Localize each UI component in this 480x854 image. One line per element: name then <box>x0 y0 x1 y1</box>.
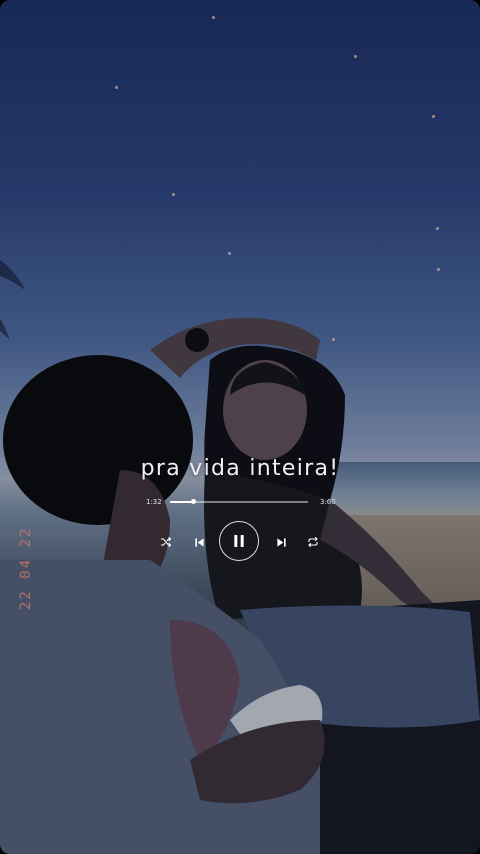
repeat-icon <box>308 536 318 548</box>
music-player-screen: 22 04 22 pra vida inteira! 1:32 3:60 <box>0 0 480 854</box>
couple-photo <box>0 0 480 854</box>
previous-button[interactable] <box>191 534 207 550</box>
elapsed-time: 1:32 <box>146 498 162 506</box>
total-time: 3:60 <box>320 498 336 506</box>
shuffle-icon <box>160 536 172 548</box>
pause-icon <box>234 535 244 547</box>
progress-thumb[interactable] <box>190 499 196 504</box>
next-button[interactable] <box>273 534 289 550</box>
progress-fill <box>170 501 194 503</box>
skip-previous-icon <box>194 537 204 547</box>
song-title: pra vida inteira! <box>140 456 340 481</box>
repeat-button[interactable] <box>305 534 321 550</box>
skip-next-icon <box>276 537 286 547</box>
progress-bar[interactable] <box>170 499 308 504</box>
shuffle-button[interactable] <box>158 534 174 550</box>
date-stamp: 22 04 22 <box>18 526 34 610</box>
pause-button[interactable] <box>219 521 259 561</box>
